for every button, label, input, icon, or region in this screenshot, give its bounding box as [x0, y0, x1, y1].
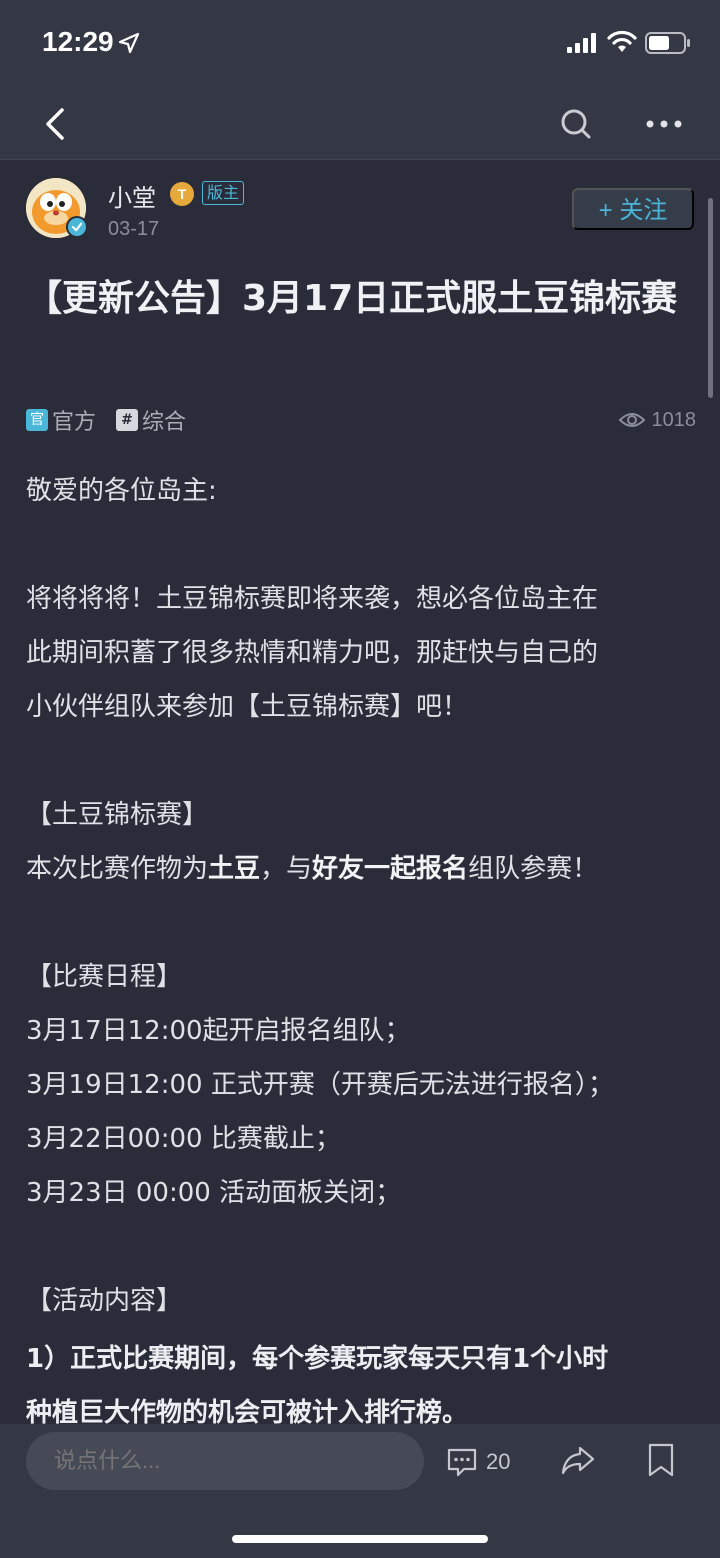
share-icon[interactable] [560, 1442, 596, 1478]
section-heading: 【土豆锦标赛】 [26, 800, 209, 830]
nav-bar [0, 88, 720, 160]
post-content: 敬爱的各位岛主: 将将将将！土豆锦标赛即将来袭，想必各位岛主在 此期间积蓄了很多… [26, 464, 696, 1424]
tag-label: 综合 [142, 410, 187, 435]
post-meta: 官 官方 # 综合 1018 [26, 404, 696, 438]
search-icon[interactable] [556, 102, 596, 146]
comment-input[interactable] [26, 1432, 424, 1490]
text-run: 本次比赛作物为 [26, 854, 209, 884]
bookmark-icon[interactable] [646, 1442, 676, 1478]
schedule-item: 3月23日 00:00 活动面板关闭； [26, 1178, 402, 1208]
location-arrow-icon [118, 32, 140, 54]
post-title: 【更新公告】3月17日正式服土豆锦标赛 [26, 278, 678, 319]
rule-line: 1）正式比赛期间，每个参赛玩家每天只有1个小时 [26, 1344, 609, 1374]
bold-crop: 土豆 [208, 854, 261, 884]
bold-signup: 好友一起报名 [312, 854, 469, 884]
view-count: 1018 [618, 406, 697, 434]
paragraph-line: 将将将将！土豆锦标赛即将来袭，想必各位岛主在 [26, 584, 599, 614]
back-chevron-icon[interactable] [36, 102, 76, 146]
greeting: 敬爱的各位岛主: [26, 476, 217, 506]
signal-icon [567, 33, 596, 53]
wifi-icon [607, 30, 637, 52]
tag-general[interactable]: # 综合 [116, 406, 187, 435]
section-heading: 【活动内容】 [26, 1286, 183, 1316]
level-badge: T [170, 182, 194, 206]
post-date: 03-17 [108, 218, 160, 240]
views-number: 1018 [651, 408, 697, 431]
tag-official[interactable]: 官 官方 [26, 406, 97, 435]
text-run: 组队参赛！ [468, 854, 599, 884]
schedule-item: 3月22日00:00 比赛截止； [26, 1124, 341, 1154]
home-indicator[interactable] [232, 1535, 488, 1543]
text-run: ，与 [260, 854, 313, 884]
battery-icon [645, 32, 690, 54]
hashtag-icon: # [116, 409, 138, 431]
paragraph-line: 本次比赛作物为土豆，与好友一起报名组队参赛！ [26, 842, 598, 896]
verified-icon [66, 216, 88, 238]
author-name[interactable]: 小堂 [108, 178, 156, 213]
author-row: 小堂 T 版主 03-17 + 关注 [0, 160, 720, 260]
eye-icon [618, 413, 645, 427]
section-heading: 【比赛日程】 [26, 962, 183, 992]
status-bar: 12:29 [0, 0, 720, 88]
rule-line: 种植巨大作物的机会可被计入排行榜。 [26, 1398, 469, 1424]
scrollbar[interactable] [708, 198, 713, 398]
schedule-item: 3月19日12:00 正式开赛（开赛后无法进行报名）； [26, 1070, 614, 1100]
comment-button[interactable]: 20 [446, 1442, 510, 1482]
paragraph-line: 小伙伴组队来参加【土豆锦标赛】吧！ [26, 692, 469, 722]
comment-icon [447, 1448, 477, 1477]
status-time: 12:29 [42, 26, 114, 57]
tag-label: 官方 [52, 410, 97, 435]
paragraph-line: 此期间积蓄了很多热情和精力吧，那赶快与自己的 [26, 638, 599, 668]
moderator-badge: 版主 [202, 181, 245, 205]
comment-count: 20 [486, 1449, 511, 1474]
schedule-item: 3月17日12:00起开启报名组队； [26, 1016, 411, 1046]
follow-button[interactable]: + 关注 [572, 188, 694, 230]
more-dots-icon[interactable] [642, 102, 686, 146]
official-tag-icon: 官 [26, 409, 48, 431]
